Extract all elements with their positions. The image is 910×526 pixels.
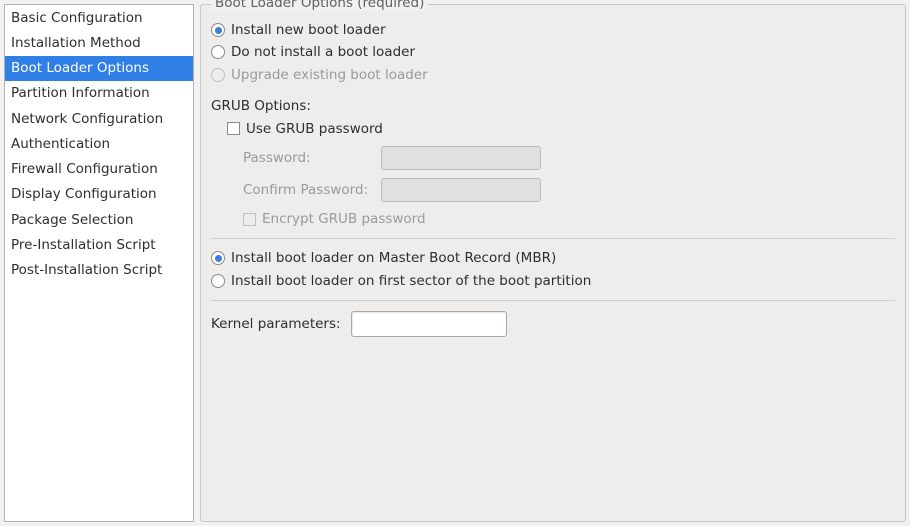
radio-install-new[interactable]: Install new boot loader [211,19,895,41]
main-panel: Boot Loader Options (required) Install n… [200,4,906,522]
sidebar-item-installation-method[interactable]: Installation Method [5,30,193,55]
sidebar-item-authentication[interactable]: Authentication [5,131,193,156]
radio-icon [211,68,225,82]
kernel-parameters-label: Kernel parameters: [211,316,341,332]
separator [211,300,895,301]
checkbox-icon [227,122,240,135]
sidebar-item-post-installation-script[interactable]: Post-Installation Script [5,258,193,283]
kernel-parameters-input[interactable] [351,311,507,337]
radio-label-install-mbr: Install boot loader on Master Boot Recor… [231,248,556,268]
confirm-password-input [381,178,541,202]
grub-password-grid: Password: Confirm Password: [211,140,895,208]
confirm-password-label: Confirm Password: [243,182,373,198]
radio-label-install-new: Install new boot loader [231,20,386,40]
sidebar-item-basic-configuration[interactable]: Basic Configuration [5,5,193,30]
radio-label-upgrade-existing: Upgrade existing boot loader [231,65,428,85]
separator [211,238,895,239]
radio-label-install-first-sector: Install boot loader on first sector of t… [231,271,591,291]
radio-do-not-install[interactable]: Do not install a boot loader [211,41,895,63]
kernel-parameters-row: Kernel parameters: [211,311,895,337]
checkbox-icon [243,213,256,226]
checkbox-use-grub-password[interactable]: Use GRUB password [211,118,895,140]
radio-icon [211,23,225,37]
radio-icon [211,45,225,59]
radio-icon [211,274,225,288]
sidebar-item-network-configuration[interactable]: Network Configuration [5,106,193,131]
sidebar-item-display-configuration[interactable]: Display Configuration [5,182,193,207]
sidebar-item-package-selection[interactable]: Package Selection [5,207,193,232]
checkbox-label-encrypt: Encrypt GRUB password [262,209,426,229]
radio-label-do-not-install: Do not install a boot loader [231,42,415,62]
sidebar-nav: Basic Configuration Installation Method … [4,4,194,522]
radio-install-mbr[interactable]: Install boot loader on Master Boot Recor… [211,247,895,269]
grub-options-label: GRUB Options: [211,98,895,114]
password-input [381,146,541,170]
sidebar-item-partition-information[interactable]: Partition Information [5,81,193,106]
checkbox-label-use-grub-password: Use GRUB password [246,119,383,139]
sidebar-item-firewall-configuration[interactable]: Firewall Configuration [5,157,193,182]
boot-loader-groupbox: Boot Loader Options (required) Install n… [200,4,906,522]
sidebar-item-pre-installation-script[interactable]: Pre-Installation Script [5,232,193,257]
radio-icon [211,251,225,265]
password-label: Password: [243,150,373,166]
radio-upgrade-existing: Upgrade existing boot loader [211,64,895,86]
group-title: Boot Loader Options (required) [211,0,428,11]
app-root: Basic Configuration Installation Method … [0,0,910,526]
radio-install-first-sector[interactable]: Install boot loader on first sector of t… [211,270,895,292]
sidebar-item-boot-loader-options[interactable]: Boot Loader Options [5,56,193,81]
checkbox-encrypt-grub-password: Encrypt GRUB password [211,208,895,230]
